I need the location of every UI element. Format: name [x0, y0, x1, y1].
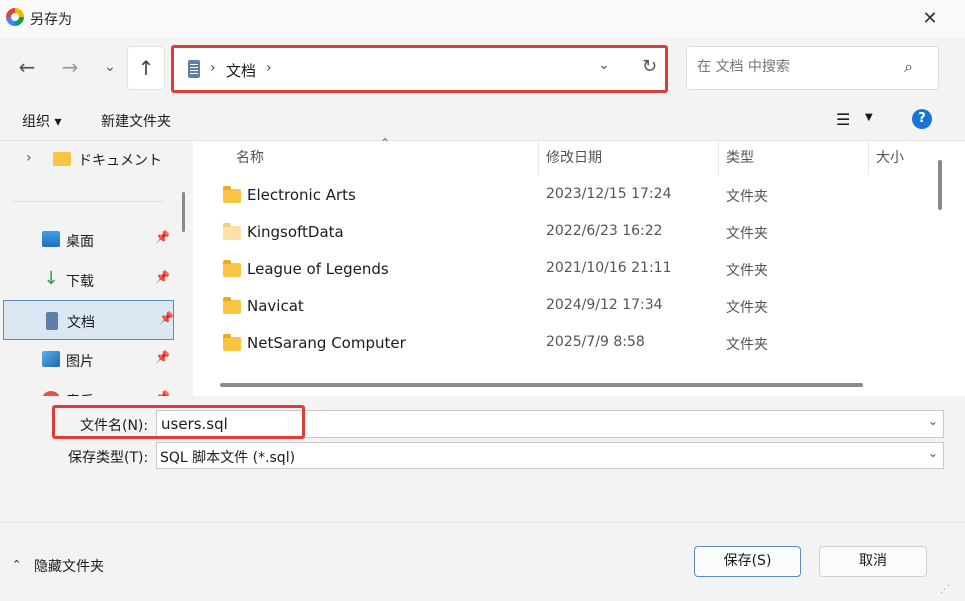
- file-name: League of Legends: [247, 260, 389, 278]
- pin-icon[interactable]: 📌: [155, 390, 170, 396]
- save-button[interactable]: 保存(S): [694, 546, 801, 577]
- file-date: 2025/7/9 8:58: [546, 334, 645, 350]
- folder-icon: [53, 152, 71, 166]
- filename-dropdown-icon[interactable]: ⌄: [928, 414, 938, 428]
- filetype-select[interactable]: SQL 脚本文件 (*.sql): [156, 442, 944, 469]
- file-type: 文件夹: [726, 226, 768, 242]
- organize-menu[interactable]: 组织 ▾: [22, 111, 61, 131]
- download-icon: ↓: [43, 268, 59, 289]
- filetype-value: SQL 脚本文件 (*.sql): [160, 450, 296, 466]
- folder-icon: [223, 223, 241, 240]
- column-header-size[interactable]: 大小: [876, 147, 904, 167]
- file-date: 2021/10/16 21:11: [546, 260, 672, 276]
- file-name: Navicat: [247, 297, 304, 315]
- recent-locations-button[interactable]: ⌄: [95, 52, 125, 82]
- sidebar-item-label: ドキュメント: [78, 153, 162, 169]
- sidebar-item-documents-folder[interactable]: › ドキュメント: [0, 141, 174, 181]
- sidebar-item-downloads[interactable]: ↓ 下载 📌: [0, 260, 174, 300]
- file-row[interactable]: Navicat 2024/9/12 17:34 文件夹: [200, 288, 930, 325]
- chevron-up-icon[interactable]: ⌃: [12, 558, 21, 571]
- vertical-scrollbar[interactable]: [938, 160, 942, 210]
- column-divider[interactable]: [538, 141, 539, 175]
- file-type: 文件夹: [726, 189, 768, 205]
- sidebar-scrollbar[interactable]: [182, 192, 185, 232]
- resize-grip-icon[interactable]: ⋰: [940, 584, 950, 595]
- column-header-date[interactable]: 修改日期: [546, 147, 602, 167]
- up-button[interactable]: ↑: [127, 46, 165, 90]
- pin-icon[interactable]: 📌: [155, 230, 170, 244]
- music-icon: [42, 391, 60, 396]
- sidebar-item-label: 下载: [66, 274, 94, 290]
- navigation-pane: › ドキュメント 桌面 📌 ↓ 下载 📌 文档 📌 图片 📌 音乐 📌: [0, 141, 192, 396]
- desktop-icon: [42, 231, 60, 247]
- sidebar-item-label: 桌面: [66, 234, 94, 250]
- folder-icon: [223, 297, 241, 314]
- column-header-type[interactable]: 类型: [726, 147, 754, 167]
- file-date: 2024/9/12 17:34: [546, 297, 663, 313]
- file-row[interactable]: NetSarang Computer 2025/7/9 8:58 文件夹: [200, 325, 930, 362]
- breadcrumb-separator[interactable]: ›: [266, 60, 272, 76]
- hide-folders-button[interactable]: 隐藏文件夹: [34, 556, 104, 576]
- file-row[interactable]: KingsoftData 2022/6/23 16:22 文件夹: [200, 214, 930, 251]
- sidebar-item-label: 音乐: [66, 391, 94, 396]
- filename-highlight: [52, 405, 305, 439]
- folder-icon: [223, 186, 241, 203]
- horizontal-scrollbar[interactable]: [220, 383, 863, 387]
- filetype-dropdown-icon[interactable]: ⌄: [928, 446, 938, 460]
- document-icon: [46, 312, 58, 330]
- search-box[interactable]: ⌕: [686, 46, 939, 90]
- file-name: Electronic Arts: [247, 186, 356, 204]
- document-icon: [188, 60, 200, 78]
- folder-icon: [223, 260, 241, 277]
- file-name: NetSarang Computer: [247, 334, 406, 352]
- breadcrumb-separator[interactable]: ›: [210, 60, 216, 76]
- file-type: 文件夹: [726, 263, 768, 279]
- sidebar-item-pictures[interactable]: 图片 📌: [0, 340, 174, 380]
- search-input[interactable]: [695, 58, 899, 76]
- cancel-button[interactable]: 取消: [819, 546, 927, 577]
- file-type: 文件夹: [726, 300, 768, 316]
- sidebar-item-music[interactable]: 音乐 📌: [0, 380, 174, 396]
- filetype-label: 保存类型(T):: [68, 450, 149, 466]
- sidebar-item-documents[interactable]: 文档 📌: [3, 300, 174, 340]
- sort-ascending-icon: ⌃: [380, 136, 391, 150]
- title-bar: [0, 0, 965, 39]
- sidebar-item-label: 文档: [67, 315, 95, 331]
- new-folder-button[interactable]: 新建文件夹: [101, 111, 171, 131]
- file-name: KingsoftData: [247, 223, 344, 241]
- close-button[interactable]: ✕: [913, 6, 947, 32]
- folder-icon: [223, 334, 241, 351]
- sidebar-item-label: 图片: [66, 354, 94, 370]
- file-type: 文件夹: [726, 337, 768, 353]
- pin-icon[interactable]: 📌: [159, 311, 174, 325]
- column-divider[interactable]: [868, 141, 869, 175]
- file-date: 2022/6/23 16:22: [546, 223, 663, 239]
- view-dropdown-icon[interactable]: ▼: [865, 112, 873, 123]
- forward-button[interactable]: →: [55, 52, 85, 82]
- back-button[interactable]: ←: [12, 52, 42, 82]
- app-icon: [6, 8, 24, 26]
- file-row[interactable]: League of Legends 2021/10/16 21:11 文件夹: [200, 251, 930, 288]
- column-divider[interactable]: [718, 141, 719, 175]
- refresh-icon[interactable]: ↻: [642, 56, 657, 77]
- window-title: 另存为: [30, 12, 72, 28]
- address-bar[interactable]: › 文档 › ⌄ ↻: [171, 45, 668, 93]
- address-dropdown-icon[interactable]: ⌄: [598, 57, 610, 73]
- search-icon[interactable]: ⌕: [904, 57, 913, 77]
- column-header-name[interactable]: 名称: [236, 147, 264, 167]
- file-date: 2023/12/15 17:24: [546, 186, 672, 202]
- view-options-icon[interactable]: ☰: [836, 110, 850, 129]
- sidebar-item-desktop[interactable]: 桌面 📌: [0, 220, 174, 260]
- divider: [12, 201, 163, 202]
- breadcrumb-documents[interactable]: 文档: [226, 60, 256, 81]
- chevron-right-icon[interactable]: ›: [26, 150, 32, 166]
- pin-icon[interactable]: 📌: [155, 350, 170, 364]
- pictures-icon: [42, 351, 60, 367]
- help-icon[interactable]: ?: [912, 109, 932, 129]
- pin-icon[interactable]: 📌: [155, 270, 170, 284]
- file-row[interactable]: Electronic Arts 2023/12/15 17:24 文件夹: [200, 177, 930, 214]
